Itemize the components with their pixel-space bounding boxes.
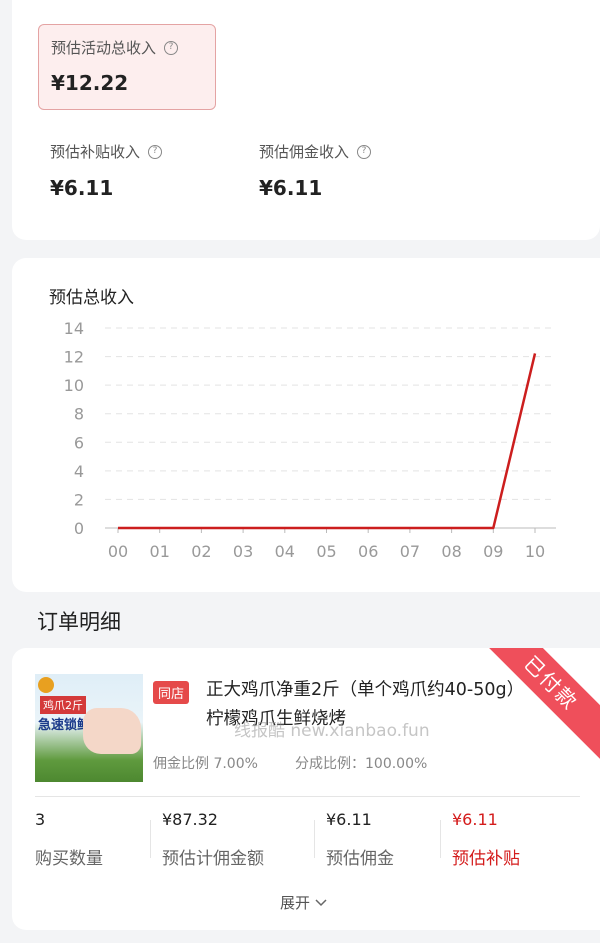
income-chart-card: 预估总收入 0 2 4 6 8 10 12 14 00 01 02 03 04 05 06 07 08 09 10 [12, 258, 600, 592]
x-tick-label: 07 [400, 542, 420, 561]
subsidy-income-label: 预估补贴收入 [50, 143, 141, 161]
chevron-down-icon [315, 898, 327, 906]
help-icon[interactable]: ? [164, 40, 179, 55]
x-tick-label: 09 [483, 542, 503, 561]
subsidy-income-value: ¥6.11 [50, 176, 114, 200]
stat-commission-value: ¥6.11 [326, 810, 372, 829]
stat-subsidy-label: 预估补贴 [452, 849, 520, 869]
commission-ratio: 佣金比例 7.00% [153, 756, 258, 772]
share-ratio: 分成比例：100.00% [295, 756, 428, 772]
x-tick-label: 10 [525, 542, 545, 561]
commission-income-label: 预估佣金收入 [259, 143, 350, 161]
y-tick-label: 8 [74, 405, 84, 424]
x-tick-label: 05 [316, 542, 336, 561]
chicken-feet-shape [83, 708, 141, 754]
stat-quantity-value: 3 [35, 810, 46, 829]
income-line-chart: 0246810121400 01 02 03 04 05 06 07 08 09 10 [64, 319, 556, 561]
help-icon[interactable]: ? [148, 144, 163, 159]
x-tick-label: 00 [108, 542, 128, 561]
same-store-tag: 同店 [153, 681, 190, 704]
x-tick-label: 04 [275, 542, 295, 561]
total-income-box[interactable]: 预估活动总收入 ? ¥12.22 [38, 24, 216, 110]
help-icon[interactable]: ? [357, 144, 372, 159]
order-item-card[interactable]: 鸡爪2斤 急速锁鲜 同店 正大鸡爪净重2斤（单个鸡爪约40-50g） 柠檬鸡爪生… [12, 648, 600, 930]
order-details-title: 订单明细 [37, 610, 121, 634]
y-tick-label: 6 [74, 433, 84, 452]
series-line [118, 353, 537, 530]
x-tick-label: 06 [358, 542, 378, 561]
expand-label: 展开 [280, 894, 311, 912]
total-income-label: 预估活动总收入 [51, 39, 157, 57]
commission-income-value: ¥6.11 [259, 176, 323, 200]
watermark: 线报酷 new.xianbao.fun [234, 721, 430, 741]
commission-income-label-row: 预估佣金收入 ? [259, 141, 372, 162]
y-tick-label: 12 [64, 348, 84, 367]
stat-quantity-label: 购买数量 [35, 849, 103, 869]
divider [440, 820, 441, 858]
divider [314, 820, 315, 858]
y-tick-label: 0 [74, 519, 84, 538]
expand-button[interactable]: 展开 [280, 892, 328, 913]
x-tick-label: 08 [441, 542, 461, 561]
subsidy-income-label-row: 预估补贴收入 ? [50, 141, 163, 162]
product-image[interactable]: 鸡爪2斤 急速锁鲜 [35, 674, 143, 782]
y-tick-label: 10 [64, 376, 84, 395]
brand-logo-icon [38, 677, 54, 693]
stat-commission-label: 预估佣金 [326, 849, 394, 869]
stat-commission-base-value: ¥87.32 [162, 810, 218, 829]
x-tick-label: 03 [233, 542, 253, 561]
income-summary-card: 预估活动总收入 ? ¥12.22 预估补贴收入 ? ¥6.11 预估佣金收入 ?… [12, 0, 600, 240]
y-tick-label: 2 [74, 490, 84, 509]
y-tick-label: 4 [74, 462, 84, 481]
x-tick-label: 01 [150, 542, 170, 561]
product-image-text: 鸡爪2斤 [40, 696, 86, 714]
stat-commission-base-label: 预估计佣金额 [162, 849, 264, 869]
divider [35, 796, 580, 797]
total-income-label-row: 预估活动总收入 ? [51, 37, 179, 58]
x-tick-label: 02 [191, 542, 211, 561]
y-tick-label: 14 [64, 319, 84, 338]
stat-subsidy-value: ¥6.11 [452, 810, 498, 829]
total-income-value: ¥12.22 [51, 71, 129, 95]
divider [150, 820, 151, 858]
